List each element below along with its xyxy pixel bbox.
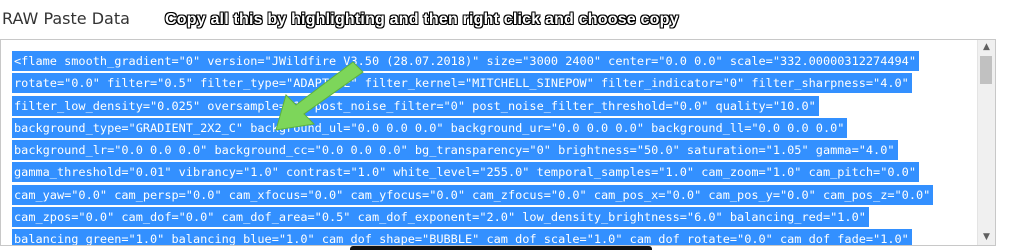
paste-line: background_lr="0.0 0.0 0.0" background_c… bbox=[12, 139, 980, 161]
scroll-thumb[interactable] bbox=[980, 56, 992, 84]
paste-line: background_type="GRADIENT_2X2_C" backgro… bbox=[12, 117, 980, 139]
paste-line: cam_zpos="0.0" cam_dof="0.0" cam_dof_are… bbox=[12, 206, 980, 228]
scroll-down-icon[interactable]: ▼ bbox=[978, 230, 995, 245]
selected-text[interactable]: background_lr="0.0 0.0 0.0" background_c… bbox=[12, 140, 898, 161]
selected-text[interactable]: gamma_threshold="0.01" vibrancy="1.0" co… bbox=[12, 162, 920, 183]
raw-paste-textarea[interactable]: <flame smooth_gradient="0" version="JWil… bbox=[0, 39, 996, 246]
selected-text[interactable]: background_type="GRADIENT_2X2_C" backgro… bbox=[12, 117, 848, 138]
paste-line: gamma_threshold="0.01" vibrancy="1.0" co… bbox=[12, 161, 980, 183]
vertical-scrollbar[interactable]: ▲ ▼ bbox=[977, 40, 995, 245]
paste-content[interactable]: <flame smooth_gradient="0" version="JWil… bbox=[12, 50, 980, 245]
selected-text[interactable]: <flame smooth_gradient="0" version="JWil… bbox=[12, 51, 920, 71]
paste-line: balancing_green="1.0" balancing_blue="1.… bbox=[12, 228, 980, 245]
bottom-toolbar-edge bbox=[350, 246, 652, 250]
selected-text[interactable]: filter_low_density="0.025" oversample="1… bbox=[12, 95, 819, 116]
selected-text[interactable]: cam_yaw="0.0" cam_persp="0.0" cam_xfocus… bbox=[12, 184, 934, 205]
instruction-callout: Copy all this by highlighting and then r… bbox=[165, 11, 679, 28]
selected-text[interactable]: cam_zpos="0.0" cam_dof="0.0" cam_dof_are… bbox=[12, 207, 869, 228]
scroll-up-icon[interactable]: ▲ bbox=[978, 40, 995, 55]
paste-line: rotate="0.0" filter="0.5" filter_type="A… bbox=[12, 72, 980, 94]
selected-text[interactable]: balancing_green="1.0" balancing_blue="1.… bbox=[12, 229, 912, 245]
paste-line: filter_low_density="0.025" oversample="1… bbox=[12, 95, 980, 117]
raw-paste-data-heading: RAW Paste Data bbox=[2, 9, 130, 28]
paste-line: <flame smooth_gradient="0" version="JWil… bbox=[12, 50, 980, 72]
selected-text[interactable]: rotate="0.0" filter="0.5" filter_type="A… bbox=[12, 73, 912, 94]
paste-line: cam_yaw="0.0" cam_persp="0.0" cam_xfocus… bbox=[12, 184, 980, 206]
